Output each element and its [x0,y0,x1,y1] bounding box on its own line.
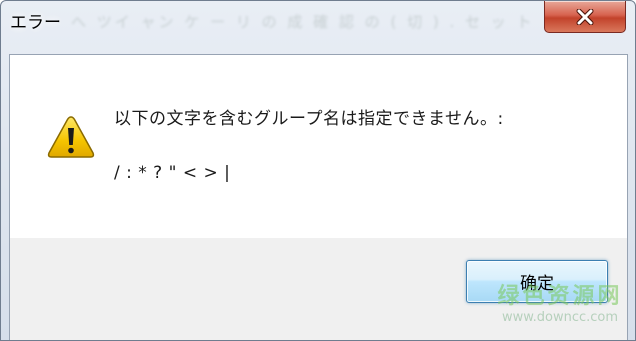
close-icon [576,8,594,25]
message-panel: 以下の文字を含むグループ名は指定できません。: / : * ? " < > | [10,55,627,238]
window-title: エラー [10,13,61,33]
ok-button[interactable]: 确定 [466,260,608,303]
invalid-characters: / : * ? " < > | [114,163,231,183]
error-dialog-window: へ ツイ ャン ケ ー リ の 成 確 認 の ( 切 ) . セ ッ ト エラ… [0,0,636,341]
dialog-client-area: 以下の文字を含むグループ名は指定できません。: / : * ? " < > | … [9,54,628,340]
error-message: 以下の文字を含むグループ名は指定できません。: [114,109,504,129]
warning-icon [47,115,95,159]
close-button[interactable] [544,1,626,33]
background-blur-text: へ ツイ ャン ケ ー リ の 成 確 認 の ( 切 ) . セ ッ ト [71,13,535,31]
